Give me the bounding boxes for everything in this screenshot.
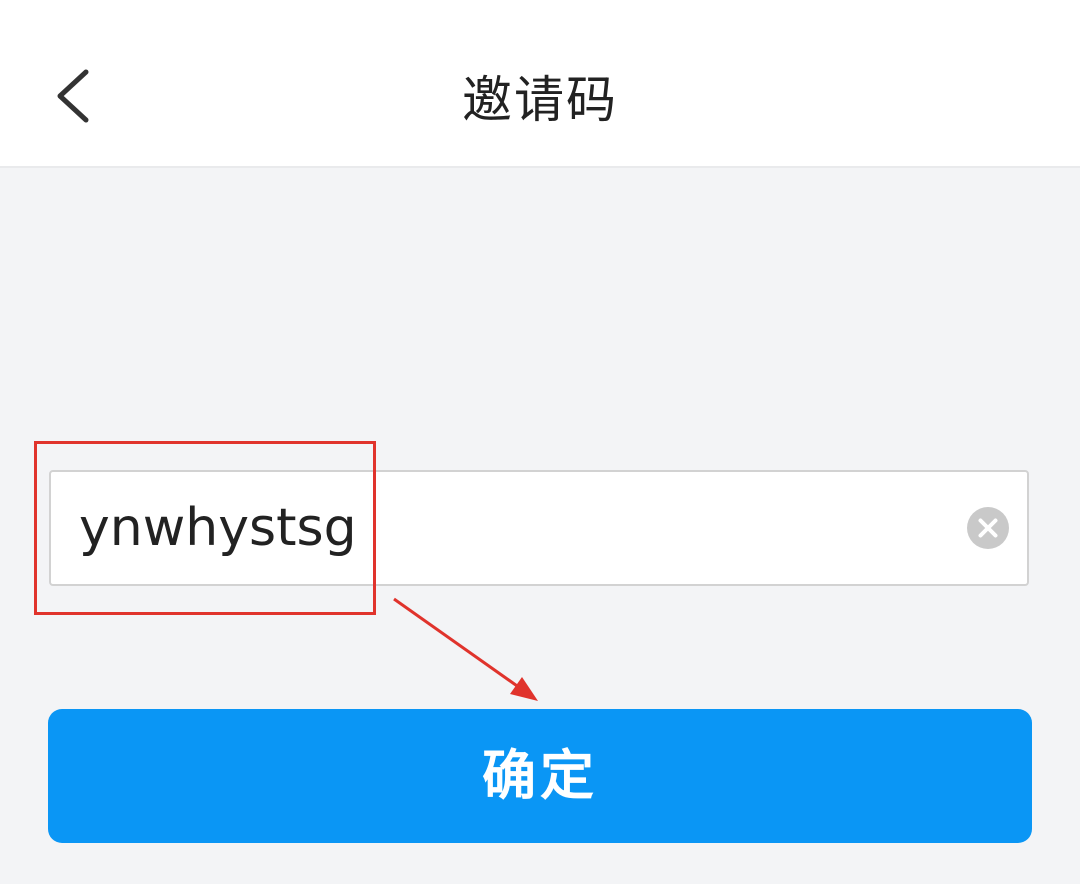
confirm-button[interactable]: 确定: [48, 709, 1032, 843]
annotation-arrow-icon: [393, 597, 538, 701]
invite-code-input[interactable]: [79, 472, 939, 584]
top-bar: 邀请码: [0, 0, 1080, 168]
clear-button[interactable]: [967, 507, 1009, 549]
page-title: 邀请码: [462, 71, 618, 129]
clear-circle-icon: [978, 518, 998, 538]
invite-code-field[interactable]: [49, 470, 1029, 586]
